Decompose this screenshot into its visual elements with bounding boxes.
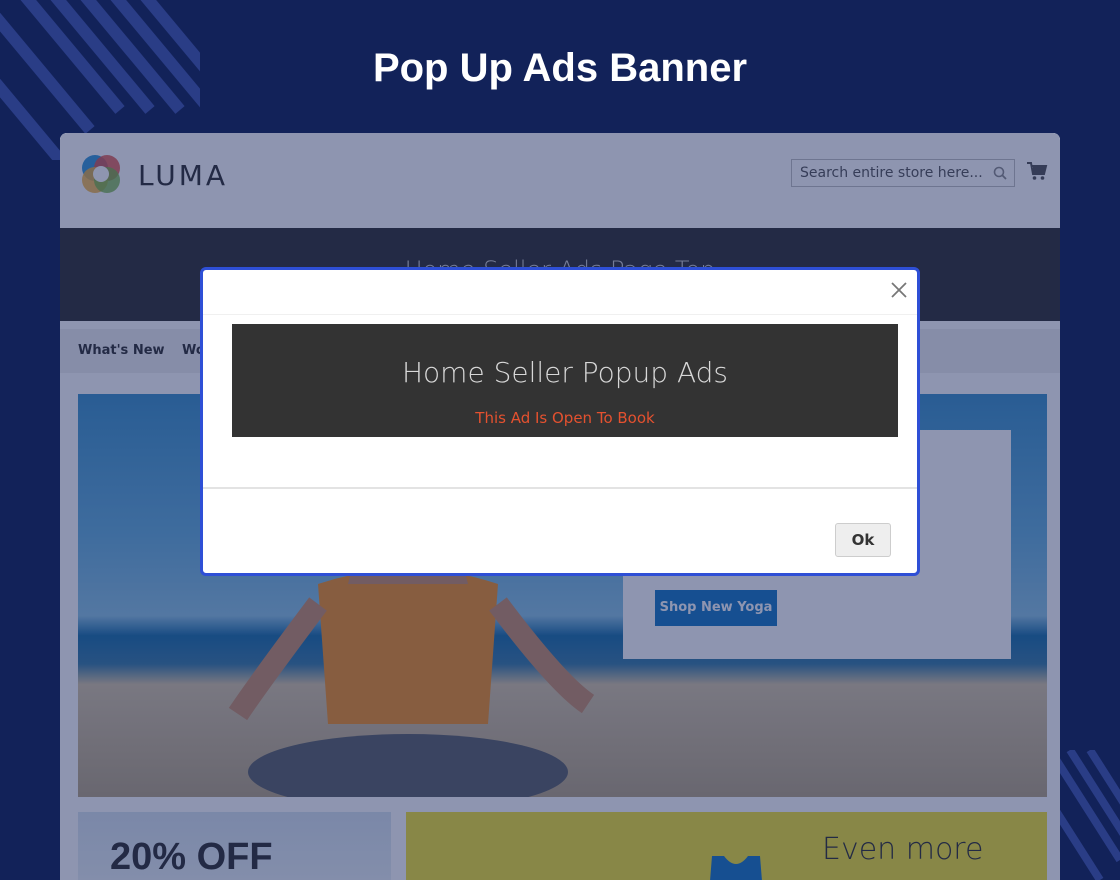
modal-header-divider <box>203 314 917 315</box>
close-icon[interactable] <box>887 278 911 302</box>
popup-ad-title: Home Seller Popup Ads <box>401 356 729 389</box>
decorative-stripes-bottom-right <box>1050 750 1120 880</box>
page-title: Pop Up Ads Banner <box>372 46 748 90</box>
ok-button[interactable]: Ok <box>835 523 891 557</box>
popup-ad-box[interactable]: Home Seller Popup Ads This Ad Is Open To… <box>232 324 898 437</box>
modal-footer-divider <box>203 487 917 489</box>
popup-modal: Home Seller Popup Ads This Ad Is Open To… <box>200 267 920 576</box>
popup-ad-subtitle[interactable]: This Ad Is Open To Book <box>232 409 898 427</box>
